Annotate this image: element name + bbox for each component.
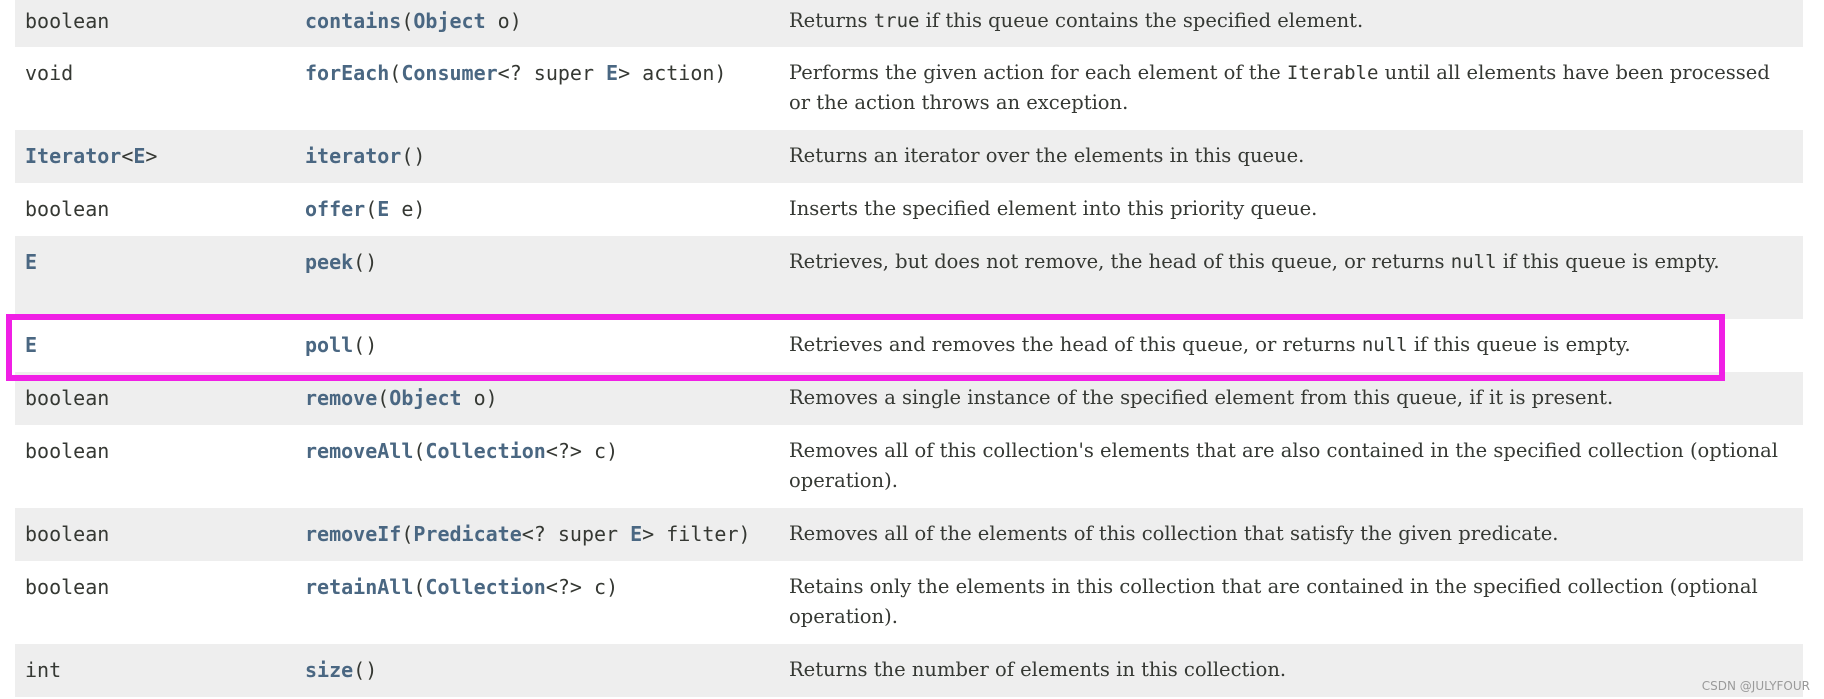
method-link-removeif[interactable]: removeIf: [305, 522, 401, 546]
method-link-retainall[interactable]: retainAll: [305, 575, 413, 599]
return-type: Iterator<E>: [25, 144, 158, 168]
method-link-iterator[interactable]: iterator: [305, 144, 401, 168]
table-row: boolean contains(Object o) Returns true …: [15, 0, 1803, 47]
method-description: Inserts the specified element into this …: [789, 197, 1318, 220]
return-type: boolean: [25, 197, 110, 221]
type-link-predicate[interactable]: Predicate: [413, 522, 521, 546]
method-link-removeall[interactable]: removeAll: [305, 439, 413, 463]
table-row: boolean retainAll(Collection<?> c) Retai…: [15, 561, 1803, 644]
method-signature: contains(Object o): [305, 9, 522, 33]
return-type: boolean: [25, 9, 110, 33]
method-signature: size(): [305, 658, 378, 682]
method-link-size[interactable]: size: [305, 658, 353, 682]
type-link-e[interactable]: E: [377, 197, 389, 221]
method-description: Returns an iterator over the elements in…: [789, 144, 1305, 167]
type-link-collection[interactable]: Collection: [425, 575, 545, 599]
method-link-offer[interactable]: offer: [305, 197, 365, 221]
table-row: boolean offer(E e) Inserts the specified…: [15, 183, 1803, 236]
type-link-e[interactable]: E: [606, 61, 618, 85]
type-link-object[interactable]: Object: [389, 386, 461, 410]
type-link-iterator[interactable]: Iterator: [25, 144, 121, 168]
type-link-collection[interactable]: Collection: [425, 439, 545, 463]
method-link-foreach[interactable]: forEach: [305, 61, 389, 85]
method-link-remove[interactable]: remove: [305, 386, 377, 410]
method-signature: offer(E e): [305, 197, 426, 221]
method-link-contains[interactable]: contains: [305, 9, 401, 33]
method-description: Returns the number of elements in this c…: [789, 658, 1287, 681]
return-type: int: [25, 658, 62, 682]
method-description: Retrieves and removes the head of this q…: [789, 333, 1631, 356]
method-link-peek[interactable]: peek: [305, 250, 353, 274]
table-row: int size() Returns the number of element…: [15, 644, 1803, 697]
table-row: void forEach(Consumer<? super E> action)…: [15, 47, 1803, 130]
method-signature: forEach(Consumer<? super E> action): [305, 61, 727, 85]
watermark: CSDN @JULYFOUR: [1701, 679, 1810, 693]
method-description: Removes all of the elements of this coll…: [789, 522, 1559, 545]
table-row: boolean removeIf(Predicate<? super E> fi…: [15, 508, 1803, 561]
table-row: boolean removeAll(Collection<?> c) Remov…: [15, 425, 1803, 508]
table-row: boolean remove(Object o) Removes a singl…: [15, 372, 1803, 425]
method-description: Retrieves, but does not remove, the head…: [789, 250, 1720, 273]
return-type: E: [25, 236, 37, 319]
type-link-consumer[interactable]: Consumer: [401, 61, 497, 85]
method-signature: removeIf(Predicate<? super E> filter): [305, 522, 751, 546]
table-row: Iterator<E> iterator() Returns an iterat…: [15, 130, 1803, 183]
method-signature: remove(Object o): [305, 386, 498, 410]
type-link-e[interactable]: E: [25, 250, 37, 274]
return-type: boolean: [25, 575, 110, 599]
return-type: boolean: [25, 522, 110, 546]
method-signature: retainAll(Collection<?> c): [305, 575, 619, 599]
table-row-poll: E poll() Retrieves and removes the head …: [15, 319, 1803, 372]
method-description: Removes a single instance of the specifi…: [789, 386, 1614, 409]
type-link-e[interactable]: E: [630, 522, 642, 546]
method-description: Returns true if this queue contains the …: [789, 9, 1364, 32]
method-signature: poll(): [305, 333, 378, 357]
table-row: E peek() Retrieves, but does not remove,…: [15, 236, 1803, 319]
method-signature: iterator(): [305, 144, 426, 168]
method-signature: peek(): [305, 250, 378, 274]
method-description: Performs the given action for each eleme…: [789, 61, 1770, 114]
method-signature: removeAll(Collection<?> c): [305, 439, 619, 463]
method-description: Removes all of this collection's element…: [789, 439, 1779, 492]
type-link-e[interactable]: E: [133, 144, 145, 168]
method-link-poll[interactable]: poll: [305, 333, 353, 357]
return-type: boolean: [25, 439, 110, 463]
type-link-object[interactable]: Object: [413, 9, 485, 33]
return-type: E: [25, 319, 37, 372]
type-link-e[interactable]: E: [25, 333, 37, 357]
return-type: boolean: [25, 386, 110, 410]
method-description: Retains only the elements in this collec…: [789, 575, 1758, 628]
method-summary-table: boolean contains(Object o) Returns true …: [15, 0, 1803, 697]
return-type: void: [25, 61, 74, 85]
